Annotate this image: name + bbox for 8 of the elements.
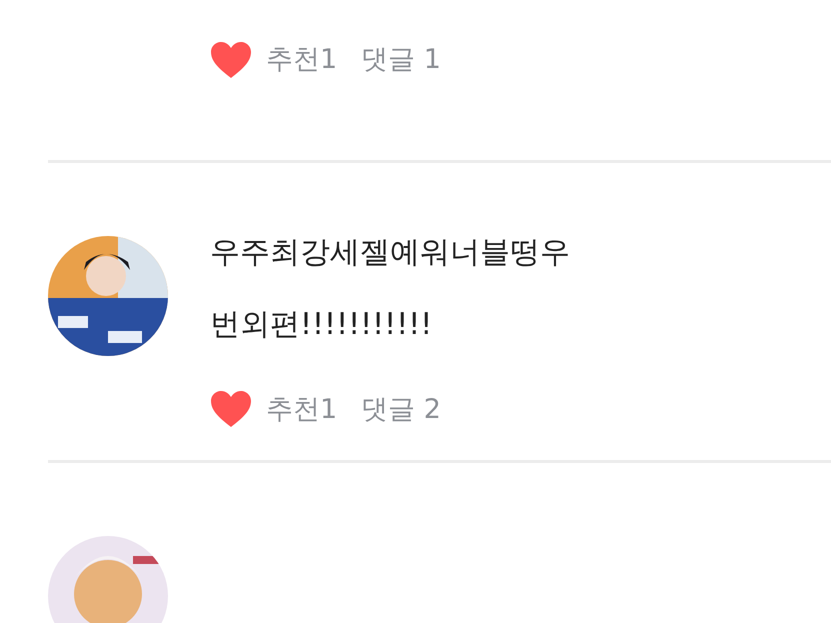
post-text: 우주최강세젤예워너블떵우 (210, 234, 570, 272)
post-text: 번외편!!!!!!!!!!! (210, 306, 434, 344)
like-count[interactable]: 추천1 (266, 40, 338, 80)
comment-count[interactable]: 댓글 2 (361, 390, 441, 430)
comment-count[interactable]: 댓글 1 (361, 40, 441, 80)
heart-icon[interactable] (210, 390, 252, 428)
like-count[interactable]: 추천1 (266, 390, 338, 430)
heart-icon[interactable] (210, 41, 252, 80)
